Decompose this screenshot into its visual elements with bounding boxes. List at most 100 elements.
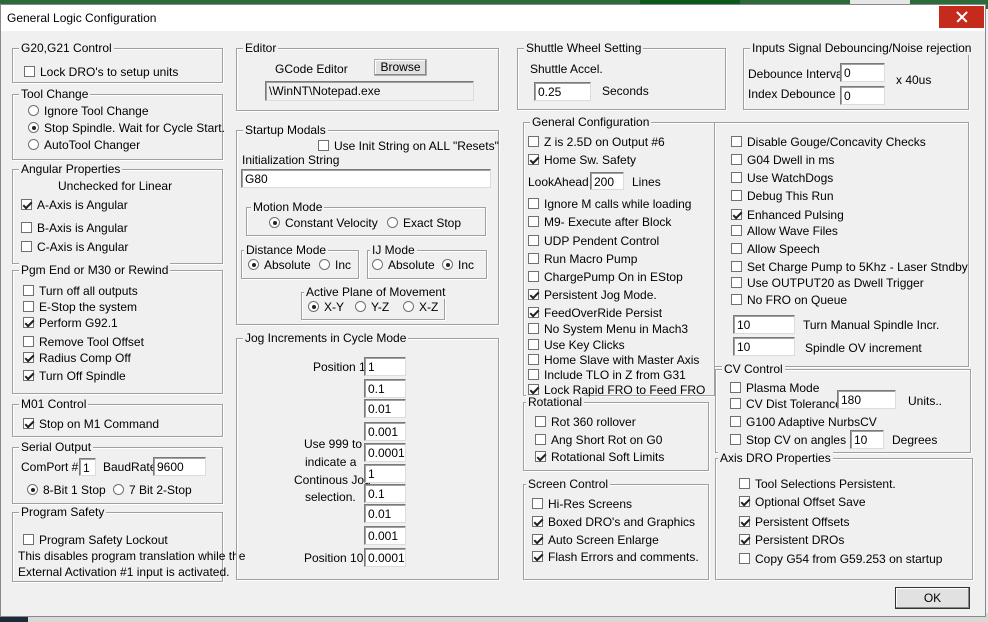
charge-pump-5khz-checkbox[interactable]: Set Charge Pump to 5Khz - Laser Stndby	[731, 260, 968, 274]
debounce-interval-field[interactable]: 0	[840, 63, 885, 82]
checkbox-box[interactable]	[731, 277, 742, 288]
z-25d-checkbox[interactable]: Z is 2.5D on Output #6	[528, 135, 665, 149]
debug-this-run-checkbox[interactable]: Debug This Run	[731, 189, 834, 203]
jog-position-7-field[interactable]: 0.1	[364, 484, 406, 503]
jog-position-3-field[interactable]: 0.01	[364, 399, 406, 418]
disable-gouge-checkbox[interactable]: Disable Gouge/Concavity Checks	[731, 135, 926, 149]
radio-dot[interactable]	[387, 217, 398, 228]
checkbox-box[interactable]	[528, 216, 539, 227]
rot-360-rollover-checkbox[interactable]: Rot 360 rollover	[535, 415, 636, 429]
auto-screen-enlarge-checkbox[interactable]: Auto Screen Enlarge	[532, 533, 659, 547]
checkbox-box[interactable]	[739, 534, 750, 545]
radio-dot[interactable]	[269, 217, 280, 228]
a-axis-angular-checkbox[interactable]: A-Axis is Angular	[21, 198, 128, 212]
g100-adaptive-checkbox[interactable]: G100 Adaptive NurbsCV	[730, 415, 877, 429]
checkbox-box[interactable]	[532, 534, 543, 545]
checkbox-box[interactable]	[528, 136, 539, 147]
cv-dist-tolerance-field[interactable]: 180	[837, 390, 896, 409]
checkbox-box[interactable]	[739, 496, 750, 507]
c-axis-angular-checkbox[interactable]: C-Axis is Angular	[21, 240, 128, 254]
radio-dot[interactable]	[319, 259, 330, 270]
checkbox-box[interactable]	[739, 553, 750, 564]
m9-execute-checkbox[interactable]: M9- Execute after Block	[528, 215, 671, 229]
checkbox-box[interactable]	[23, 285, 34, 296]
spindle-ov-field[interactable]: 10	[733, 337, 795, 356]
no-system-menu-checkbox[interactable]: No System Menu in Mach3	[528, 322, 688, 336]
editor-path-field[interactable]: \WinNT\Notepad.exe	[265, 81, 474, 101]
checkbox-box[interactable]	[23, 317, 34, 328]
persistent-dros-checkbox[interactable]: Persistent DROs	[739, 533, 844, 547]
checkbox-box[interactable]	[731, 294, 742, 305]
checkbox-box[interactable]	[528, 271, 539, 282]
radio-dot[interactable]	[372, 259, 383, 270]
close-button[interactable]	[939, 6, 984, 28]
lookahead-field[interactable]: 200	[590, 172, 624, 190]
checkbox-box[interactable]	[730, 416, 741, 427]
checkbox-box[interactable]	[318, 140, 329, 151]
checkbox-box[interactable]	[528, 198, 539, 209]
lock-dros-checkbox[interactable]: Lock DRO's to setup units	[24, 65, 178, 79]
exact-stop-radio[interactable]: Exact Stop	[387, 216, 461, 230]
radio-dot[interactable]	[355, 301, 366, 312]
flash-errors-checkbox[interactable]: Flash Errors and comments.	[532, 550, 699, 564]
checkbox-box[interactable]	[23, 301, 34, 312]
checkbox-box[interactable]	[528, 384, 539, 395]
radio-dot[interactable]	[442, 259, 453, 270]
no-fro-on-queue-checkbox[interactable]: No FRO on Queue	[731, 293, 847, 307]
checkbox-box[interactable]	[535, 451, 546, 462]
checkbox-box[interactable]	[532, 516, 543, 527]
checkbox-box[interactable]	[731, 209, 742, 220]
radio-dot[interactable]	[28, 105, 39, 116]
remove-tool-offset-checkbox[interactable]: Remove Tool Offset	[23, 335, 144, 349]
stop-on-m1-checkbox[interactable]: Stop on M1 Command	[23, 417, 159, 431]
home-slave-checkbox[interactable]: Home Slave with Master Axis	[528, 353, 699, 367]
baudrate-field[interactable]: 9600	[153, 457, 206, 476]
estop-system-checkbox[interactable]: E-Stop the system	[23, 300, 137, 314]
ignore-tool-change-radio[interactable]: Ignore Tool Change	[28, 104, 149, 118]
checkbox-box[interactable]	[528, 235, 539, 246]
run-macro-pump-checkbox[interactable]: Run Macro Pump	[528, 252, 637, 266]
copy-g54-checkbox[interactable]: Copy G54 from G59.253 on startup	[739, 552, 942, 566]
distance-inc-radio[interactable]: Inc	[319, 258, 351, 272]
checkbox-box[interactable]	[730, 382, 741, 393]
stop-cv-angle-field[interactable]: 10	[850, 430, 884, 449]
7-bit-2-stop-radio[interactable]: 7 Bit 2-Stop	[113, 483, 192, 497]
comport-field[interactable]: 1	[79, 458, 96, 476]
rotational-soft-limits-checkbox[interactable]: Rotational Soft Limits	[535, 450, 664, 464]
checkbox-box[interactable]	[23, 352, 34, 363]
checkbox-box[interactable]	[528, 154, 539, 165]
checkbox-box[interactable]	[528, 289, 539, 300]
plane-yz-radio[interactable]: Y-Z	[355, 300, 389, 314]
plasma-mode-checkbox[interactable]: Plasma Mode	[730, 381, 819, 395]
jog-position-2-field[interactable]: 0.1	[364, 379, 406, 398]
browse-button[interactable]: Browse	[374, 59, 427, 76]
radius-comp-off-checkbox[interactable]: Radius Comp Off	[23, 351, 131, 365]
checkbox-box[interactable]	[23, 534, 34, 545]
turn-off-spindle-checkbox[interactable]: Turn Off Spindle	[23, 369, 126, 383]
enhanced-pulsing-checkbox[interactable]: Enhanced Pulsing	[731, 208, 844, 222]
radio-dot[interactable]	[28, 122, 39, 133]
b-axis-angular-checkbox[interactable]: B-Axis is Angular	[21, 221, 128, 235]
persistent-offsets-checkbox[interactable]: Persistent Offsets	[739, 515, 849, 529]
radio-dot[interactable]	[113, 484, 124, 495]
turn-off-outputs-checkbox[interactable]: Turn off all outputs	[23, 284, 138, 298]
ignore-m-calls-checkbox[interactable]: Ignore M calls while loading	[528, 197, 691, 211]
cv-dist-tolerance-checkbox[interactable]: CV Dist Tolerance	[730, 397, 842, 411]
include-tlo-checkbox[interactable]: Include TLO in Z from G31	[528, 368, 686, 382]
checkbox-box[interactable]	[528, 369, 539, 380]
radio-dot[interactable]	[27, 484, 38, 495]
checkbox-box[interactable]	[24, 66, 35, 77]
checkbox-box[interactable]	[528, 339, 539, 350]
jog-position-8-field[interactable]: 0.01	[364, 504, 406, 523]
checkbox-box[interactable]	[528, 253, 539, 264]
checkbox-box[interactable]	[532, 551, 543, 562]
checkbox-box[interactable]	[731, 154, 742, 165]
stop-cv-angles-checkbox[interactable]: Stop CV on angles >	[730, 433, 856, 447]
checkbox-box[interactable]	[730, 398, 741, 409]
jog-position-4-field[interactable]: 0.001	[364, 422, 406, 441]
checkbox-box[interactable]	[21, 222, 32, 233]
title-bar[interactable]: General Logic Configuration	[1, 5, 985, 31]
g04-dwell-ms-checkbox[interactable]: G04 Dwell in ms	[731, 153, 834, 167]
8-bit-1-stop-radio[interactable]: 8-Bit 1 Stop	[27, 483, 106, 497]
checkbox-box[interactable]	[731, 225, 742, 236]
